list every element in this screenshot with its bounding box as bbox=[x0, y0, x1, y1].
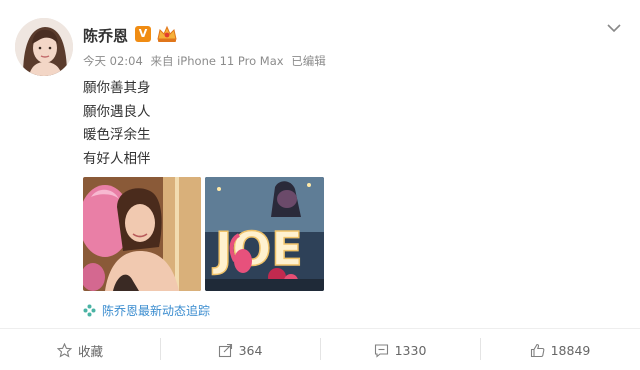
pinwheel-icon bbox=[83, 304, 96, 317]
post-text: 願你善其身 願你遇良人 暖色浮余生 有好人相伴 bbox=[83, 77, 151, 171]
divider bbox=[0, 328, 640, 329]
favorite-button[interactable]: 收藏 bbox=[0, 330, 160, 370]
like-count: 18849 bbox=[550, 342, 591, 358]
post-time[interactable]: 今天 02:04 bbox=[83, 54, 143, 68]
topic-label[interactable]: 陈乔恩最新动态追踪 bbox=[102, 302, 210, 319]
post-photo[interactable]: JOE bbox=[205, 177, 324, 291]
thumbs-up-icon bbox=[530, 343, 544, 357]
weibo-post-card: 陈乔恩 V 今天 02:04 来自 iPhone 11 Pro Max 已编辑 … bbox=[0, 0, 640, 370]
like-button[interactable]: 18849 bbox=[480, 330, 640, 370]
comment-button[interactable]: 1330 bbox=[320, 330, 480, 370]
post-source: 来自 iPhone 11 Pro Max bbox=[150, 54, 284, 68]
post-meta: 今天 02:04 来自 iPhone 11 Pro Max 已编辑 bbox=[83, 53, 330, 69]
username[interactable]: 陈乔恩 bbox=[83, 25, 128, 46]
comment-count: 1330 bbox=[394, 342, 427, 358]
repost-count: 364 bbox=[238, 342, 263, 358]
chevron-down-icon[interactable] bbox=[604, 18, 624, 38]
share-icon bbox=[218, 343, 232, 357]
post-line: 願你善其身 bbox=[83, 80, 151, 96]
member-crown-icon[interactable] bbox=[156, 24, 178, 44]
repost-button[interactable]: 364 bbox=[160, 330, 320, 370]
edited-label[interactable]: 已编辑 bbox=[291, 54, 326, 68]
avatar[interactable] bbox=[15, 18, 73, 76]
post-line: 願你遇良人 bbox=[83, 103, 151, 120]
topic-link[interactable]: 陈乔恩最新动态追踪 bbox=[83, 302, 210, 319]
star-icon bbox=[56, 342, 72, 358]
favorite-label: 收藏 bbox=[77, 343, 103, 359]
post-line: 暖色浮余生 bbox=[83, 127, 151, 143]
comment-icon bbox=[374, 343, 388, 358]
verified-v-icon[interactable]: V bbox=[135, 26, 151, 42]
photo-marquee-text: JOE bbox=[212, 222, 303, 276]
post-photo[interactable] bbox=[83, 177, 201, 291]
post-line: 有好人相伴 bbox=[83, 150, 151, 167]
